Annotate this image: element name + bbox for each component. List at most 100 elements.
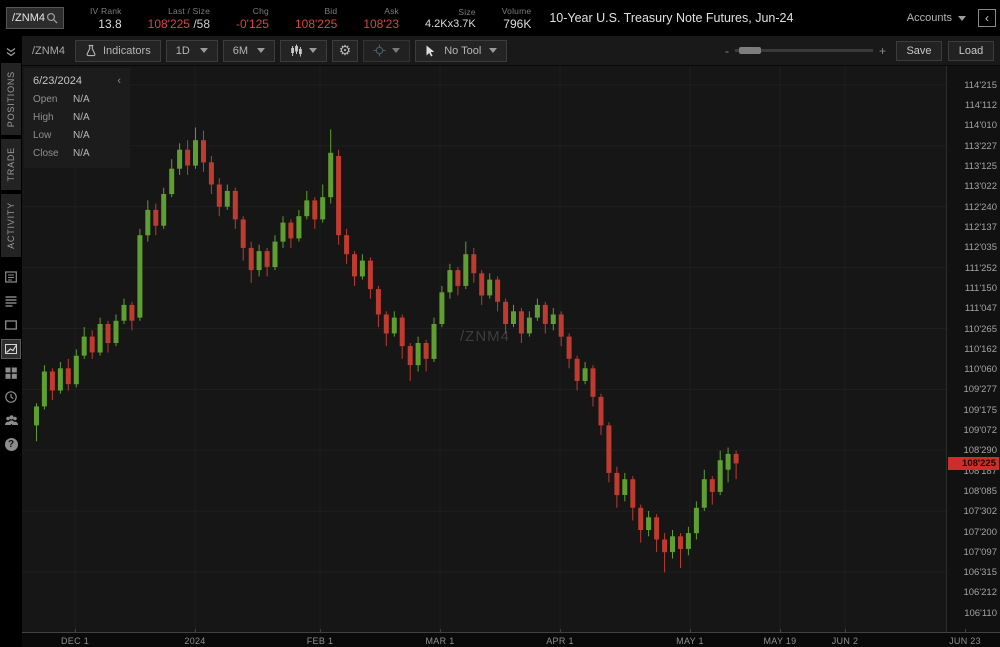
header-bar: /ZNM4 IV Rank 13.8 Last / Size 108'225 /… bbox=[0, 0, 1000, 36]
save-button[interactable]: Save bbox=[896, 41, 942, 61]
stat-last-size: Last / Size 108'225 /58 bbox=[148, 6, 210, 31]
watchlist-icon[interactable] bbox=[0, 313, 22, 337]
stat-label: Chg bbox=[253, 6, 269, 16]
stat-value: 796K bbox=[503, 17, 531, 31]
price-axis-label: 114'215 bbox=[964, 80, 997, 91]
time-axis[interactable]: DEC 12024FEB 1MAR 1APR 1MAY 1MAY 19JUN 2… bbox=[22, 632, 1000, 647]
zoom-slider-handle[interactable] bbox=[739, 47, 761, 54]
dashboard-grid-icon[interactable] bbox=[0, 361, 22, 385]
time-axis-label: JUN 2 bbox=[832, 636, 859, 646]
price-axis-label: 112'035 bbox=[964, 242, 997, 253]
quotes-icon[interactable] bbox=[0, 289, 22, 313]
stat-value: 108'225 /58 bbox=[148, 17, 210, 31]
ohlc-date[interactable]: 6/23/2024 bbox=[33, 75, 82, 87]
price-axis-label: 112'137 bbox=[964, 222, 997, 233]
price-axis-label: 113'125 bbox=[964, 161, 997, 172]
stat-size: Size 4.2Kx3.7K bbox=[425, 7, 476, 30]
toolbar-symbol-label: /ZNM4 bbox=[32, 45, 65, 57]
chart-icon[interactable] bbox=[1, 339, 21, 359]
stat-value: 108'225 bbox=[295, 17, 337, 31]
trading-platform: /ZNM4 IV Rank 13.8 Last / Size 108'225 /… bbox=[0, 0, 1000, 647]
instrument-title: 10-Year U.S. Treasury Note Futures, Jun-… bbox=[549, 11, 793, 25]
stat-label: Last / Size bbox=[168, 6, 210, 16]
price-axis-label: 112'240 bbox=[964, 202, 997, 213]
gear-icon: ⚙ bbox=[339, 42, 352, 59]
indicators-label: Indicators bbox=[103, 45, 151, 57]
collapse-panel-button[interactable]: ‹ bbox=[978, 9, 996, 27]
sidebar-collapse-button[interactable] bbox=[0, 45, 22, 59]
load-button[interactable]: Load bbox=[948, 41, 994, 61]
time-axis-tick bbox=[75, 629, 76, 633]
stat-volume: Volume 796K bbox=[502, 6, 532, 31]
search-icon bbox=[46, 12, 58, 24]
crosshair-dropdown[interactable] bbox=[363, 40, 410, 62]
price-axis-label: 110'162 bbox=[964, 344, 997, 355]
price-axis-label: 113'227 bbox=[964, 141, 997, 152]
last-price-tag: 108'225 bbox=[948, 457, 999, 470]
sidebar-tab-trade[interactable]: TRADE bbox=[1, 139, 21, 190]
time-axis-label: FEB 1 bbox=[307, 636, 334, 646]
time-axis-tick bbox=[320, 629, 321, 633]
zoom-slider[interactable] bbox=[735, 49, 873, 52]
price-axis-label: 106'212 bbox=[963, 587, 997, 598]
accounts-dropdown[interactable]: Accounts bbox=[907, 12, 966, 24]
stat-value: -0'125 bbox=[236, 17, 269, 31]
history-clock-icon[interactable] bbox=[0, 385, 22, 409]
chart-settings-button[interactable]: ⚙ bbox=[332, 40, 359, 62]
range-dropdown[interactable]: 6M bbox=[223, 40, 275, 62]
stat-value: 108'23 bbox=[363, 17, 399, 31]
chart-type-dropdown[interactable] bbox=[280, 40, 327, 62]
chevron-down-icon bbox=[489, 48, 497, 53]
price-axis-label: 111'047 bbox=[965, 303, 997, 314]
range-value: 6M bbox=[233, 45, 248, 57]
price-axis-label: 114'010 bbox=[964, 120, 997, 131]
timeframe-dropdown[interactable]: 1D bbox=[166, 40, 218, 62]
timeframe-value: 1D bbox=[176, 45, 190, 57]
price-axis-label: 108'290 bbox=[963, 445, 997, 456]
price-axis-label: 111'150 bbox=[965, 283, 997, 294]
drawing-tool-dropdown[interactable]: No Tool bbox=[415, 40, 507, 62]
symbol-search-input[interactable]: /ZNM4 bbox=[6, 7, 64, 29]
ohlc-open-row: OpenN/A bbox=[33, 94, 121, 105]
chart-area[interactable]: /ZNM4 6/23/2024 ‹ OpenN/A HighN/A LowN/A… bbox=[22, 66, 946, 632]
chevron-down-icon bbox=[392, 48, 400, 53]
cursor-arrow-icon bbox=[425, 45, 436, 57]
stat-ask: Ask 108'23 bbox=[363, 6, 399, 31]
price-axis-label: 110'265 bbox=[964, 324, 997, 335]
time-axis-tick bbox=[440, 629, 441, 633]
stat-label: IV Rank bbox=[90, 6, 122, 16]
price-axis-label: 106'110 bbox=[964, 608, 997, 619]
stat-iv-rank: IV Rank 13.8 bbox=[90, 6, 122, 31]
stat-value: 4.2Kx3.7K bbox=[425, 18, 476, 30]
follow-traders-icon[interactable] bbox=[0, 409, 22, 433]
flask-icon bbox=[85, 44, 97, 57]
zoom-in-button[interactable]: + bbox=[879, 44, 886, 58]
help-icon[interactable]: ? bbox=[0, 433, 22, 457]
ohlc-high-row: HighN/A bbox=[33, 112, 121, 123]
sidebar-tab-activity[interactable]: ACTIVITY bbox=[1, 194, 21, 257]
journal-icon[interactable] bbox=[0, 265, 22, 289]
accounts-label: Accounts bbox=[907, 12, 952, 24]
ohlc-collapse-chevron-icon[interactable]: ‹ bbox=[117, 75, 121, 87]
time-axis-tick bbox=[690, 629, 691, 633]
price-axis-label: 109'277 bbox=[963, 384, 997, 395]
indicators-button[interactable]: Indicators bbox=[75, 40, 161, 62]
sidebar-tab-positions[interactable]: POSITIONS bbox=[1, 63, 21, 135]
zoom-slider-group: - + bbox=[725, 44, 886, 58]
price-axis[interactable]: 114'215114'112114'010113'227113'125113'0… bbox=[946, 66, 1000, 632]
price-axis-label: 111'252 bbox=[965, 263, 997, 274]
price-axis-label: 106'315 bbox=[963, 567, 997, 578]
zoom-out-button[interactable]: - bbox=[725, 44, 729, 58]
chevron-left-icon: ‹ bbox=[985, 11, 989, 25]
stat-chg: Chg -0'125 bbox=[236, 6, 269, 31]
time-axis-tick bbox=[780, 629, 781, 633]
stat-label: Volume bbox=[502, 6, 532, 16]
ohlc-info-panel: 6/23/2024 ‹ OpenN/A HighN/A LowN/A Close… bbox=[24, 68, 130, 168]
time-axis-tick bbox=[845, 629, 846, 633]
price-axis-label: 113'022 bbox=[964, 181, 997, 192]
price-axis-label: 107'302 bbox=[963, 506, 997, 517]
time-axis-label: MAR 1 bbox=[425, 636, 454, 646]
double-chevron-down-icon bbox=[4, 45, 18, 59]
crosshair-icon bbox=[373, 44, 386, 57]
chart-toolbar: /ZNM4 Indicators 1D 6M bbox=[22, 36, 1000, 66]
